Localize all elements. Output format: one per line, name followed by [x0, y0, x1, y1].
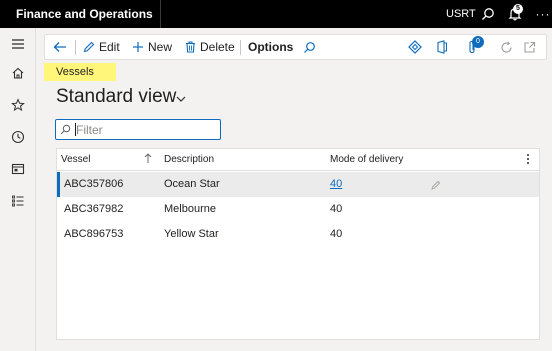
cell-description[interactable]: Ocean Star	[164, 172, 220, 197]
plus-icon	[133, 42, 143, 52]
cell-mode-of-delivery[interactable]: 40	[330, 222, 342, 247]
trash-icon	[186, 41, 195, 53]
more-options-icon[interactable]: ···	[534, 5, 552, 23]
open-in-new-window-icon[interactable]	[523, 35, 536, 59]
vessels-grid: Vessel Description Mode of delivery ABC3…	[56, 148, 540, 340]
column-options-icon[interactable]	[525, 152, 531, 169]
action-separator	[240, 40, 241, 55]
topbar-divider	[160, 0, 161, 28]
delete-button[interactable]: Delete	[185, 35, 235, 59]
left-navigation	[0, 28, 36, 351]
search-icon[interactable]	[479, 5, 497, 23]
new-label: New	[148, 40, 173, 54]
new-button[interactable]: New	[132, 35, 172, 59]
action-pane: Edit New Delete Options 0	[44, 34, 547, 60]
back-arrow-icon	[53, 42, 66, 52]
page-title[interactable]: Standard view	[56, 86, 176, 108]
chevron-down-icon[interactable]	[175, 93, 187, 103]
search-icon	[304, 41, 315, 53]
column-header-vessel[interactable]: Vessel	[61, 149, 90, 171]
action-separator	[75, 40, 76, 55]
cell-mode-of-delivery-link[interactable]: 40	[330, 172, 342, 197]
app-title[interactable]: Finance and Operations	[16, 0, 153, 28]
home-icon[interactable]	[8, 63, 28, 83]
back-button[interactable]	[53, 35, 67, 59]
cell-mode-of-delivery[interactable]: 40	[330, 197, 342, 222]
notification-badge: 5	[513, 4, 523, 14]
sort-ascending-icon[interactable]	[144, 153, 152, 167]
column-header-description[interactable]: Description	[164, 149, 214, 171]
filter-box	[55, 119, 221, 140]
filter-input[interactable]	[76, 122, 216, 137]
cell-description[interactable]: Yellow Star	[164, 222, 219, 247]
hamburger-menu-icon[interactable]	[8, 34, 28, 54]
cell-description[interactable]: Melbourne	[164, 197, 216, 222]
company-picker[interactable]: USRT	[446, 0, 476, 28]
refresh-icon[interactable]	[500, 35, 513, 59]
workspaces-icon[interactable]	[8, 159, 28, 179]
pencil-icon[interactable]	[431, 179, 441, 193]
cell-vessel[interactable]: ABC896753	[64, 222, 123, 247]
grid-header: Vessel Description Mode of delivery	[57, 149, 539, 171]
cell-vessel[interactable]: ABC367982	[64, 197, 123, 222]
attachment-count-badge: 0	[472, 36, 484, 48]
recent-clock-icon[interactable]	[8, 127, 28, 147]
cell-vessel[interactable]: ABC357806	[64, 172, 123, 197]
column-header-mode-of-delivery[interactable]: Mode of delivery	[330, 149, 403, 171]
edit-button[interactable]: Edit	[83, 35, 120, 59]
pencil-icon	[83, 41, 95, 53]
search-icon	[60, 124, 71, 135]
breadcrumb[interactable]: Vessels	[44, 63, 116, 81]
table-row[interactable]: ABC357806 Ocean Star 40	[57, 172, 539, 197]
office-icon[interactable]	[436, 35, 448, 59]
modules-list-icon[interactable]	[8, 191, 28, 211]
power-apps-icon[interactable]	[408, 35, 422, 59]
top-bar: Finance and Operations USRT 5 ···	[0, 0, 552, 28]
delete-label: Delete	[200, 40, 235, 54]
edit-label: Edit	[99, 40, 120, 54]
options-tab[interactable]: Options	[248, 35, 293, 59]
action-search-button[interactable]	[303, 35, 316, 59]
table-row[interactable]: ABC367982 Melbourne 40	[57, 197, 539, 222]
row-selected-indicator	[57, 172, 60, 197]
table-row[interactable]: ABC896753 Yellow Star 40	[57, 222, 539, 247]
favorites-star-icon[interactable]	[8, 95, 28, 115]
